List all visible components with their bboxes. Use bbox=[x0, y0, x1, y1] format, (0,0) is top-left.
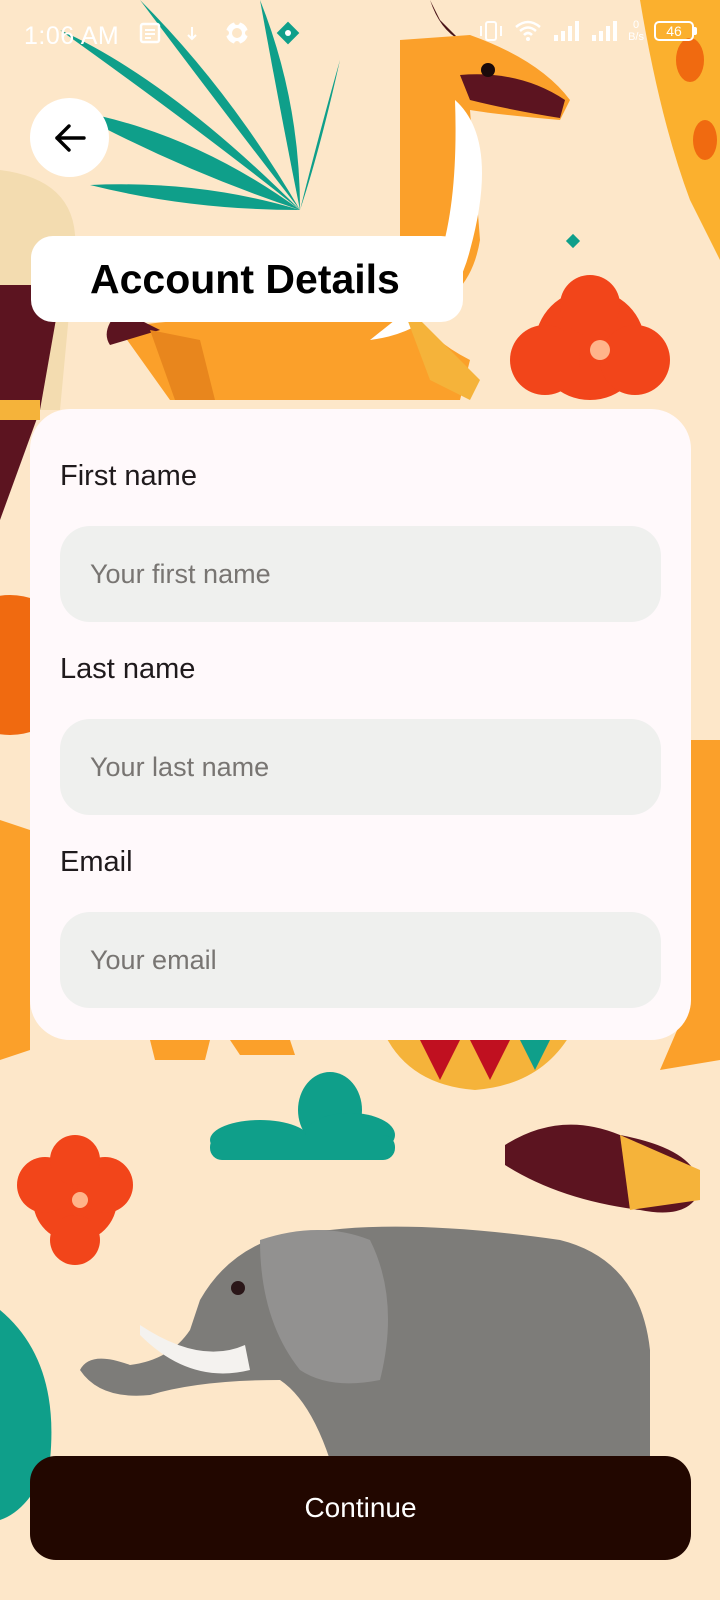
network-speed-unit: B/s bbox=[628, 31, 644, 43]
page-title: Account Details bbox=[90, 255, 400, 302]
signal-strength-icon-2 bbox=[592, 21, 618, 41]
status-notification-icons bbox=[138, 18, 302, 48]
battery-level: 46 bbox=[666, 23, 682, 39]
last-name-label: Last name bbox=[60, 653, 196, 685]
account-details-form: First name Last name Email bbox=[30, 409, 691, 1040]
status-time: 1:06 AM bbox=[24, 22, 120, 50]
status-system-icons: 0 B/s 46 bbox=[478, 18, 697, 44]
document-notification-icon bbox=[139, 22, 161, 44]
status-bar: 1:06 AM 0 B/s 46 bbox=[0, 0, 720, 76]
email-input[interactable] bbox=[60, 912, 661, 1008]
download-icon bbox=[187, 27, 197, 41]
vibrate-icon bbox=[480, 21, 503, 41]
first-name-label: First name bbox=[60, 460, 197, 492]
page-title-container: Account Details bbox=[31, 236, 463, 322]
last-name-input[interactable] bbox=[60, 719, 661, 815]
email-label: Email bbox=[60, 846, 133, 878]
first-name-input[interactable] bbox=[60, 526, 661, 622]
diamond-icon bbox=[276, 21, 300, 45]
continue-button[interactable]: Continue bbox=[30, 1456, 691, 1560]
network-speed: 0 B/s bbox=[628, 19, 644, 43]
signal-strength-icon bbox=[554, 21, 580, 41]
settings-gear-icon bbox=[223, 19, 251, 47]
network-speed-value: 0 bbox=[632, 19, 640, 31]
wifi-icon bbox=[515, 20, 541, 41]
back-button[interactable] bbox=[30, 98, 109, 177]
arrow-left-icon bbox=[54, 123, 86, 152]
battery-icon: 46 bbox=[654, 21, 697, 41]
